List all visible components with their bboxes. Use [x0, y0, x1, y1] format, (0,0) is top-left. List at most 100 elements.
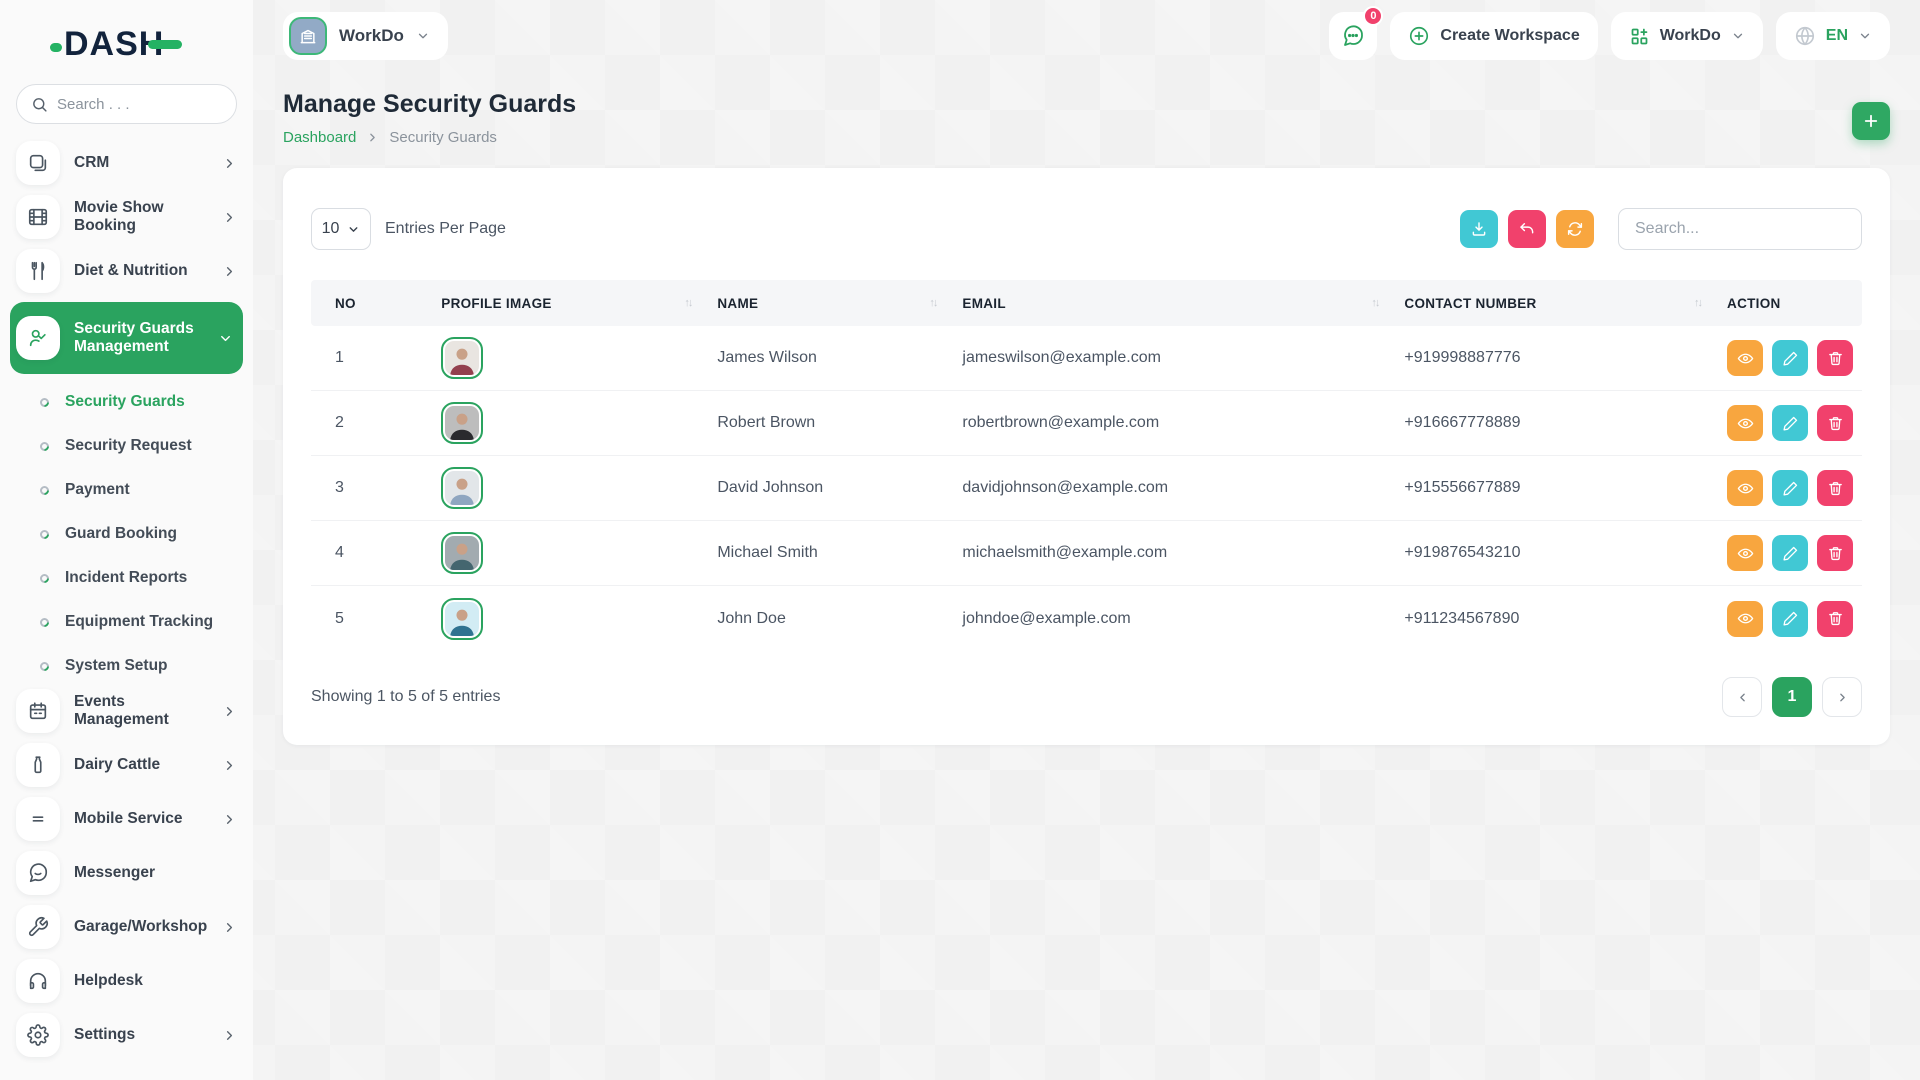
breadcrumb: Dashboard Security Guards [283, 129, 576, 146]
edit-button[interactable] [1772, 601, 1808, 637]
sort-icon: ↑↓ [1694, 297, 1701, 309]
edit-button[interactable] [1772, 535, 1808, 571]
delete-button[interactable] [1817, 405, 1853, 441]
edit-button[interactable] [1772, 340, 1808, 376]
guard-name: Robert Brown [717, 414, 962, 432]
table-search-input[interactable] [1618, 208, 1862, 250]
table-row: 2Robert Brownrobertbrown@example.com+916… [311, 391, 1862, 456]
sidebar-subitem-guard-booking[interactable]: Guard Booking [16, 512, 237, 556]
message-count-badge: 0 [1363, 6, 1383, 26]
sidebar-item-garage-workshop[interactable]: Garage/Workshop [16, 904, 237, 950]
add-guard-button[interactable] [1852, 102, 1890, 140]
sidebar-subitem-label: Security Guards [65, 393, 185, 411]
workdo-menu-button[interactable]: WorkDo [1611, 12, 1763, 60]
messages-button[interactable]: 0 [1329, 12, 1377, 60]
export-button[interactable] [1460, 210, 1498, 248]
sidebar-search-input[interactable] [57, 96, 256, 113]
guard-name: Michael Smith [717, 544, 962, 562]
sidebar-item-events-management[interactable]: Events Management [16, 688, 237, 734]
sidebar: DASH CRM Movie Show Booking Diet & Nutriti… [0, 0, 253, 1080]
sidebar-subitem-equipment-tracking[interactable]: Equipment Tracking [16, 600, 237, 644]
dash-logo[interactable]: DASH [16, 22, 237, 66]
sidebar-subitem-incident-reports[interactable]: Incident Reports [16, 556, 237, 600]
sidebar-item-label: Garage/Workshop [74, 918, 208, 936]
pagination-next-button[interactable] [1822, 677, 1862, 717]
sidebar-item-diet-nutrition[interactable]: Diet & Nutrition [16, 248, 237, 294]
edit-button[interactable] [1772, 470, 1808, 506]
guard-name: John Doe [717, 610, 962, 628]
guard-name: James Wilson [717, 349, 962, 367]
calendar-icon [16, 689, 60, 733]
bullet-icon [38, 660, 51, 673]
sidebar-subitem-security-guards[interactable]: Security Guards [16, 380, 237, 424]
view-button[interactable] [1727, 340, 1763, 376]
sidebar-item-security-guards-management[interactable]: Security Guards Management [10, 302, 243, 374]
profile-image[interactable] [441, 467, 483, 509]
column-header-contact-number[interactable]: CONTACT NUMBER ↑↓ [1404, 296, 1727, 311]
view-button[interactable] [1727, 470, 1763, 506]
sidebar-item-messenger[interactable]: Messenger [16, 850, 237, 896]
sidebar-item-crm[interactable]: CRM [16, 140, 237, 186]
chevron-right-icon [222, 920, 237, 935]
column-label: EMAIL [962, 296, 1006, 311]
sidebar-search[interactable] [16, 84, 237, 124]
pagination-page-1-button[interactable]: 1 [1772, 677, 1812, 717]
bullet-icon [38, 396, 51, 409]
building-icon [289, 17, 327, 55]
view-button[interactable] [1727, 405, 1763, 441]
breadcrumb-current: Security Guards [389, 129, 497, 146]
guard-contact: +919876543210 [1404, 544, 1727, 562]
workdo-menu-label: WorkDo [1660, 27, 1721, 45]
column-header-name[interactable]: NAME↑↓ [717, 296, 962, 311]
sidebar-item-dairy-cattle[interactable]: Dairy Cattle [16, 742, 237, 788]
sidebar-subitem-system-setup[interactable]: System Setup [16, 644, 237, 688]
sidebar-item-label: Events Management [74, 693, 208, 729]
eye-icon [1737, 350, 1754, 367]
row-actions [1727, 340, 1862, 376]
bullet-icon [38, 528, 51, 541]
trash-icon [1827, 350, 1844, 367]
guard-email: davidjohnson@example.com [962, 479, 1404, 497]
delete-button[interactable] [1817, 601, 1853, 637]
sidebar-item-label: Diet & Nutrition [74, 262, 208, 280]
logo-bar [148, 40, 182, 49]
delete-button[interactable] [1817, 470, 1853, 506]
grid-plus-icon [1629, 26, 1650, 47]
delete-button[interactable] [1817, 535, 1853, 571]
delete-button[interactable] [1817, 340, 1853, 376]
trash-icon [1827, 610, 1844, 627]
create-workspace-button[interactable]: Create Workspace [1390, 12, 1597, 60]
refresh-button[interactable] [1556, 210, 1594, 248]
view-button[interactable] [1727, 535, 1763, 571]
sidebar-subitem-payment[interactable]: Payment [16, 468, 237, 512]
wrench-icon [16, 905, 60, 949]
sidebar-item-label: Mobile Service [74, 810, 208, 828]
sidebar-item-movie-show-booking[interactable]: Movie Show Booking [16, 194, 237, 240]
chat-smile-icon [16, 851, 60, 895]
sidebar-item-label: CRM [74, 154, 208, 172]
view-button[interactable] [1727, 601, 1763, 637]
sidebar-item-mobile-service[interactable]: Mobile Service [16, 796, 237, 842]
profile-image[interactable] [441, 532, 483, 574]
column-label: ACTION [1727, 296, 1781, 311]
sidebar-item-settings[interactable]: Settings [16, 1012, 237, 1058]
breadcrumb-dashboard-link[interactable]: Dashboard [283, 129, 356, 146]
column-label: CONTACT NUMBER [1404, 296, 1536, 311]
sidebar-subitem-security-request[interactable]: Security Request [16, 424, 237, 468]
column-header-profile-image[interactable]: PROFILE IMAGE↑↓ [441, 296, 717, 311]
edit-button[interactable] [1772, 405, 1808, 441]
column-header-email[interactable]: EMAIL↑↓ [962, 296, 1404, 311]
guard-contact: +911234567890 [1404, 610, 1727, 628]
language-selector[interactable]: EN [1776, 12, 1890, 60]
pencil-icon [1782, 350, 1799, 367]
row-number: 3 [311, 479, 441, 497]
workspace-selector[interactable]: WorkDo [283, 12, 448, 60]
profile-image[interactable] [441, 337, 483, 379]
profile-image[interactable] [441, 402, 483, 444]
pagination-prev-button[interactable] [1722, 677, 1762, 717]
sidebar-item-label: Movie Show Booking [74, 199, 208, 235]
entries-per-page-select[interactable]: 10 [311, 208, 371, 250]
back-button[interactable] [1508, 210, 1546, 248]
profile-image[interactable] [441, 598, 483, 640]
sidebar-item-helpdesk[interactable]: Helpdesk [16, 958, 237, 1004]
